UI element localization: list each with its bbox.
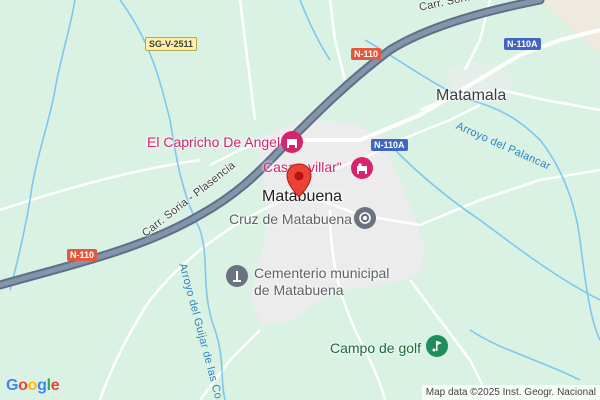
logo-letter: o bbox=[27, 377, 38, 394]
monument-icon[interactable] bbox=[226, 265, 248, 287]
road-shield-n110a: N-110A bbox=[504, 38, 541, 50]
google-logo: Google bbox=[6, 377, 60, 395]
golf-icon[interactable] bbox=[426, 335, 448, 357]
road-shield-n110a: N-110A bbox=[371, 139, 408, 151]
poi-label-cemetery-line2[interactable]: de Matabuena bbox=[254, 282, 344, 299]
road-shield-sgv: SG-V-2511 bbox=[145, 37, 198, 51]
logo-letter: o bbox=[18, 377, 28, 394]
place-label-matamala[interactable]: Matamala bbox=[436, 87, 506, 105]
logo-letter: G bbox=[6, 377, 19, 394]
map-attribution[interactable]: Map data ©2025 Inst. Geogr. Nacional bbox=[421, 385, 600, 400]
road-shield-n110: N-110 bbox=[351, 48, 382, 60]
logo-letter: g bbox=[37, 377, 47, 394]
hotel-icon[interactable] bbox=[351, 157, 373, 179]
poi-label-el-capricho[interactable]: El Capricho De Angel bbox=[147, 134, 280, 150]
poi-label-golf[interactable]: Campo de golf bbox=[330, 340, 421, 356]
poi-label-cruz[interactable]: Cruz de Matabuena bbox=[229, 211, 352, 228]
landmark-icon[interactable] bbox=[354, 207, 376, 229]
location-pin-icon[interactable] bbox=[286, 163, 312, 199]
road-shield-n110: N-110 bbox=[67, 249, 98, 261]
map-canvas[interactable]: SG-V-2511 N-110 N-110 N-110A N-110A Carr… bbox=[0, 0, 600, 400]
poi-label-casa-suffix[interactable]: villar" bbox=[308, 159, 342, 175]
logo-letter: e bbox=[50, 377, 60, 394]
poi-label-cemetery-line1[interactable]: Cementerio municipal bbox=[254, 265, 389, 282]
restaurant-icon[interactable] bbox=[281, 131, 303, 153]
